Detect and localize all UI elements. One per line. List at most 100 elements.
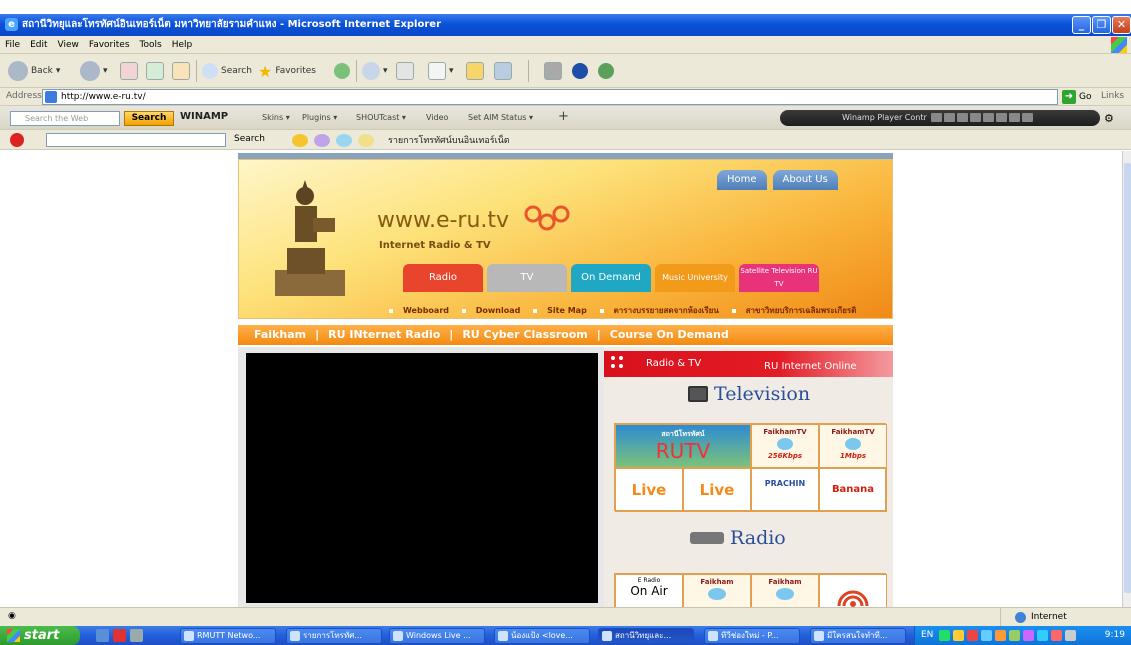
- nav-home[interactable]: Home: [717, 170, 767, 190]
- web-search-button[interactable]: Search: [124, 111, 174, 126]
- menu-view[interactable]: View: [53, 36, 84, 54]
- tab-radio[interactable]: Radio: [403, 264, 483, 292]
- search-icon: [202, 63, 218, 79]
- prachin-channel[interactable]: PRACHIN: [751, 468, 819, 512]
- messenger-button[interactable]: [494, 60, 512, 82]
- links-button[interactable]: Links: [1101, 91, 1124, 101]
- vertical-scrollbar[interactable]: [1122, 151, 1131, 607]
- video-player[interactable]: [246, 353, 598, 603]
- menu-file[interactable]: File: [0, 36, 25, 54]
- wink-icon[interactable]: [336, 133, 352, 147]
- maximize-button[interactable]: ❐: [1092, 16, 1111, 34]
- history-button[interactable]: [334, 60, 350, 82]
- link-schedule[interactable]: ตารางบรรยายสดจากห้องเรียน: [614, 306, 719, 315]
- stop-icon: [120, 62, 138, 80]
- tab-satellite-tv[interactable]: Satellite Television RU TV: [739, 264, 819, 292]
- toolbar-logo-icon[interactable]: [10, 133, 24, 147]
- msn-button[interactable]: [598, 60, 614, 82]
- task-chat[interactable]: น้องแป้ง <love...: [494, 628, 590, 644]
- link-download[interactable]: Download: [476, 306, 521, 315]
- search-button[interactable]: Search: [202, 60, 252, 82]
- go-button[interactable]: ➜ Go: [1062, 90, 1091, 104]
- tab-tv[interactable]: TV: [487, 264, 567, 292]
- banana-channel[interactable]: Banana: [819, 468, 887, 512]
- toolbar-search-input[interactable]: [46, 133, 226, 147]
- skins-menu[interactable]: Skins ▾: [262, 113, 290, 122]
- menu-edit[interactable]: Edit: [25, 36, 52, 54]
- live-channel-2[interactable]: Live: [683, 468, 751, 512]
- stop-button[interactable]: [120, 60, 138, 82]
- plugins-menu[interactable]: Plugins ▾: [302, 113, 337, 122]
- live-channel-1[interactable]: Live: [615, 468, 683, 512]
- address-url: http://www.e-ru.tv/: [61, 92, 146, 102]
- faikham-radio-b[interactable]: Faikham: [751, 574, 819, 607]
- rutv-channel[interactable]: สถานีโทรทัศน์ RUTV: [615, 424, 751, 468]
- app-icon[interactable]: [130, 629, 143, 642]
- favorites-button[interactable]: ★ Favorites: [258, 60, 316, 82]
- home-button[interactable]: [172, 60, 190, 82]
- site-tagline: Internet Radio & TV: [379, 240, 491, 251]
- address-input[interactable]: http://www.e-ru.tv/: [42, 89, 1058, 105]
- menu-favorites[interactable]: Favorites: [84, 36, 135, 54]
- tab-on-demand[interactable]: On Demand: [571, 264, 651, 292]
- edit-button[interactable]: ▾: [428, 60, 454, 82]
- link-site-map[interactable]: Site Map: [547, 306, 587, 315]
- task-windows-live[interactable]: Windows Live ...: [389, 628, 485, 644]
- nav-about-us[interactable]: About Us: [772, 170, 838, 190]
- page-status-icon: ◉: [8, 611, 16, 621]
- web-search-input[interactable]: Search the Web: [10, 111, 120, 126]
- nav-course-on-demand[interactable]: Course On Demand: [610, 328, 729, 341]
- link-webboard[interactable]: Webboard: [403, 306, 449, 315]
- gear-icon[interactable]: ⚙: [1104, 112, 1114, 125]
- e-radio-channel[interactable]: E Radio On Air: [615, 574, 683, 607]
- folder-button[interactable]: [466, 60, 484, 82]
- minimize-button[interactable]: _: [1072, 16, 1091, 34]
- print-button[interactable]: [396, 60, 414, 82]
- menu-tools[interactable]: Tools: [135, 36, 167, 54]
- panel-title: Radio & TV: [646, 358, 702, 369]
- close-button[interactable]: ✕: [1112, 16, 1131, 34]
- faikham-tv-256-channel[interactable]: FaikhamTV 256Kbps: [751, 424, 819, 468]
- desktop-icon[interactable]: [96, 629, 109, 642]
- menu-help[interactable]: Help: [167, 36, 198, 54]
- add-icon[interactable]: +: [558, 109, 569, 124]
- ie-logo-icon: e: [5, 18, 18, 31]
- acrobat-icon[interactable]: [113, 629, 126, 642]
- task-current-browser[interactable]: สถานีวิทยุและ...: [598, 628, 694, 644]
- television-heading: Television: [688, 383, 810, 405]
- task-new-tv-channel[interactable]: ทีวีช่องใหม่ - P...: [704, 628, 800, 644]
- bluetooth-button[interactable]: [572, 60, 588, 82]
- language-indicator[interactable]: EN: [921, 626, 933, 645]
- video-menu[interactable]: Video: [426, 113, 448, 122]
- winamp-player-controls[interactable]: Winamp Player Contr: [780, 110, 1100, 126]
- start-button[interactable]: start: [0, 626, 80, 645]
- task-interested[interactable]: มีใครสนใจทำที...: [810, 628, 906, 644]
- nav-ru-internet-radio[interactable]: RU INternet Radio: [328, 328, 440, 341]
- refresh-button[interactable]: [146, 60, 164, 82]
- aim-status-menu[interactable]: Set AIM Status ▾: [468, 113, 533, 122]
- pencil-icon[interactable]: [358, 133, 374, 147]
- task-tv-list[interactable]: รายการโทรทัศ...: [286, 628, 382, 644]
- winamp-logo[interactable]: WINAMP: [180, 111, 228, 122]
- nav-faikham[interactable]: Faikham: [254, 328, 306, 341]
- task-rmutt[interactable]: RMUTT Netwo...: [180, 628, 276, 644]
- ru-internet-radio-channel[interactable]: [819, 574, 887, 607]
- link-branch[interactable]: สาขาวิทยบริการเฉลิมพระเกียรติ: [746, 306, 857, 315]
- faikham-tv-1m-channel[interactable]: FaikhamTV 1Mbps: [819, 424, 887, 468]
- star-icon: ★: [258, 61, 273, 81]
- thai-tv-link[interactable]: รายการโทรทัศน์บนอินเทอร์เน็ต: [388, 133, 510, 147]
- msn-icon: [598, 63, 614, 79]
- shoutcast-menu[interactable]: SHOUTcast ▾: [356, 113, 406, 122]
- forward-button[interactable]: ▾: [80, 60, 108, 82]
- faikham-radio-a[interactable]: Faikham: [683, 574, 751, 607]
- window-title-bar[interactable]: e สถานีวิทยุและโทรทัศน์อินเทอร์เน็ต มหาว…: [0, 14, 1131, 36]
- eyes-icon[interactable]: [314, 133, 330, 147]
- back-button[interactable]: Back ▾: [8, 60, 60, 82]
- research-button[interactable]: [544, 60, 562, 82]
- smiley-icon[interactable]: [292, 133, 308, 147]
- mail-button[interactable]: ▾: [362, 60, 388, 82]
- nav-ru-cyber-classroom[interactable]: RU Cyber Classroom: [462, 328, 587, 341]
- mail-icon: [362, 62, 380, 80]
- toolbar-search-button[interactable]: Search: [234, 134, 265, 144]
- tab-music-university[interactable]: Music University: [655, 264, 735, 292]
